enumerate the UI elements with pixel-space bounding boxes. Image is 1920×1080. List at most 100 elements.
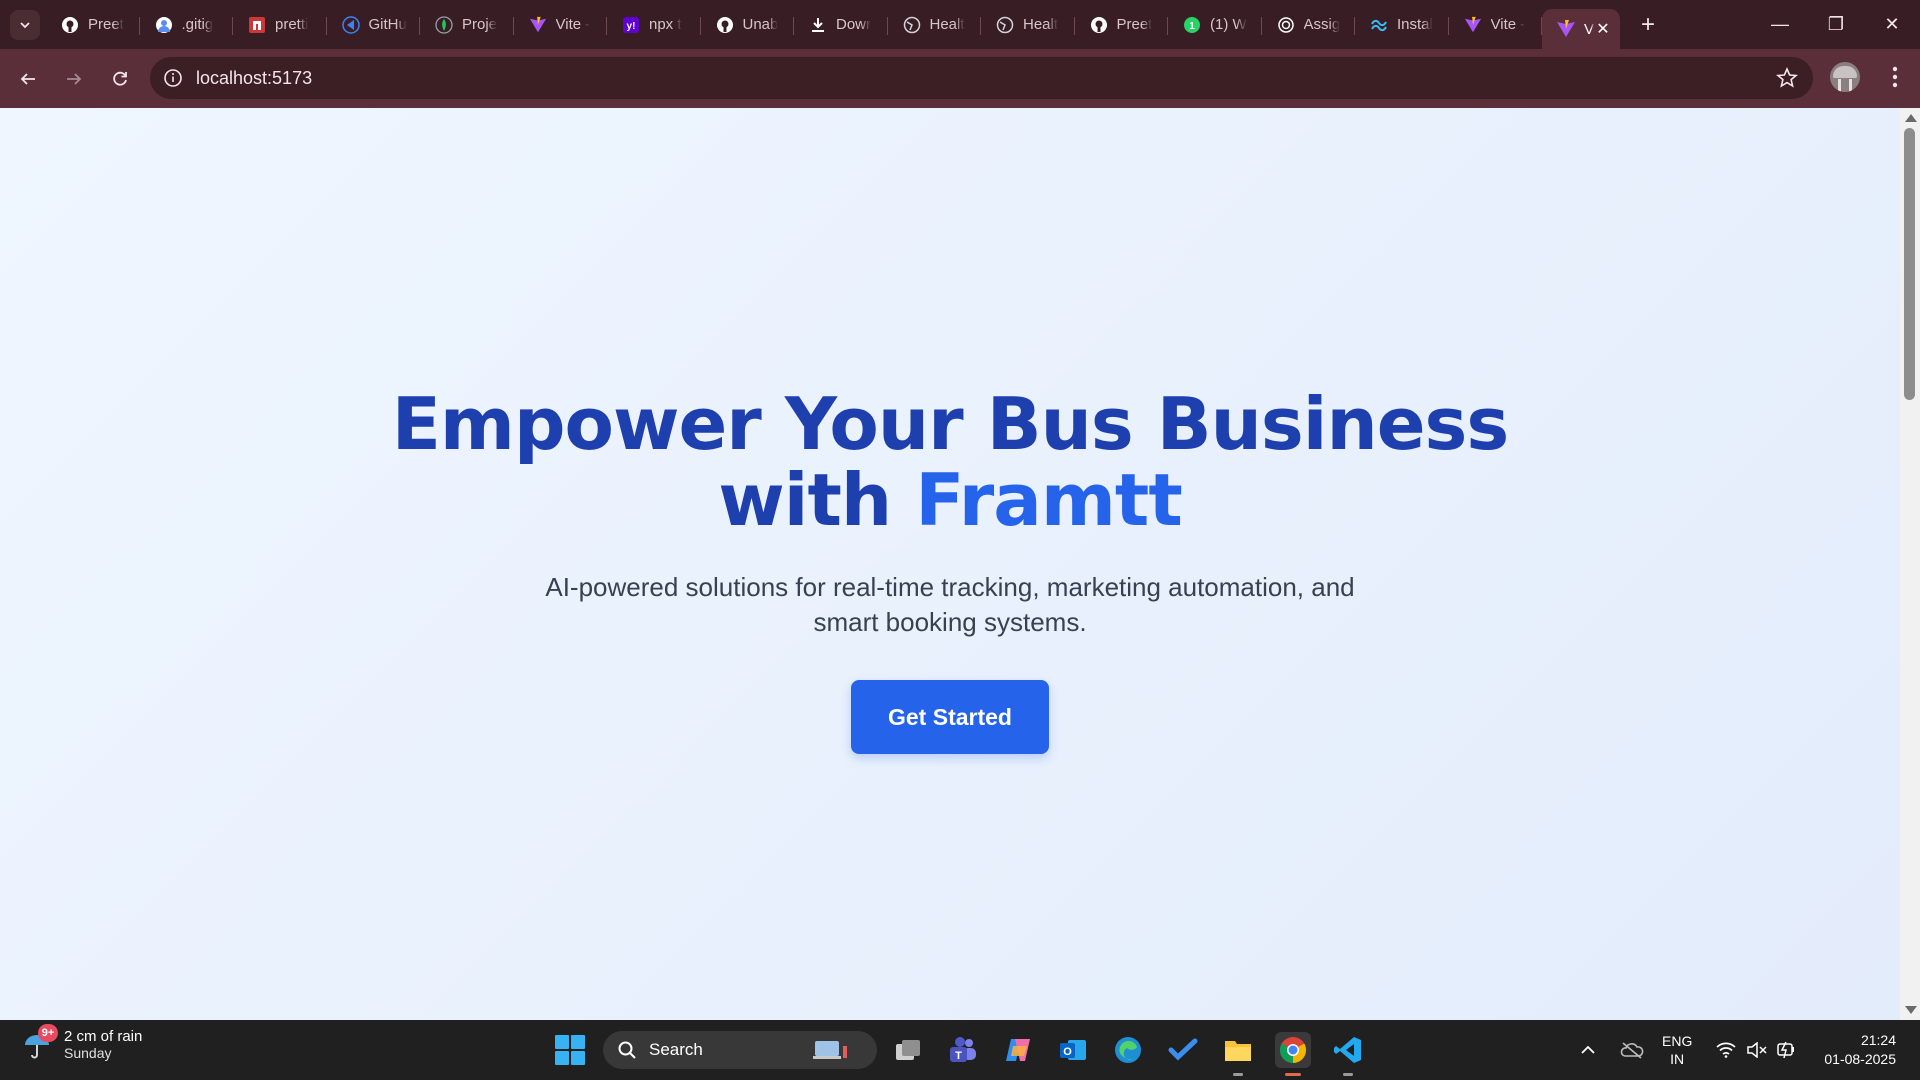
tab-label: Instal	[1397, 16, 1433, 33]
forward-button[interactable]	[56, 61, 92, 97]
search-icon	[618, 1041, 636, 1059]
task-view-icon[interactable]	[890, 1032, 926, 1068]
info-icon[interactable]	[162, 67, 184, 89]
kebab-menu-icon	[1892, 66, 1898, 88]
window-controls: — ❐ ✕	[1752, 0, 1920, 49]
copilot-icon[interactable]	[1000, 1032, 1036, 1068]
browser-tab[interactable]: Instal	[1355, 7, 1449, 43]
tab-label: Vite -	[555, 16, 591, 33]
tab-label: Assig	[1303, 16, 1341, 33]
clock-date: 01-08-2025	[1824, 1051, 1896, 1067]
tab-label: Preet	[1116, 16, 1153, 33]
browser-tab[interactable]: Proje	[420, 7, 514, 43]
scroll-down-arrow-icon[interactable]	[1905, 1006, 1917, 1014]
new-tab-button[interactable]: +	[1632, 9, 1664, 41]
browser-toolbar: localhost:5173	[0, 49, 1920, 108]
browser-tab[interactable]: Healt	[888, 7, 982, 43]
avatar-icon	[154, 15, 174, 35]
clock-time: 21:24	[1860, 1032, 1896, 1048]
windows-start-icon[interactable]	[555, 1035, 585, 1065]
browser-tab[interactable]: Assig	[1262, 7, 1356, 43]
tab-strip: Preet .gitig pretti GitHu Proje Vite - y! npx t…	[0, 0, 1920, 49]
hero-headline: Empower Your Bus Business with Framtt	[0, 386, 1900, 538]
scroll-thumb[interactable]	[1904, 128, 1915, 400]
tab-search-button[interactable]	[10, 9, 40, 40]
svg-text:1: 1	[1189, 21, 1195, 32]
arrow-right-icon	[67, 72, 82, 85]
chrome-icon[interactable]	[1275, 1032, 1311, 1076]
tab-label: .gitig	[181, 16, 214, 33]
browser-tab[interactable]: Healt	[981, 7, 1075, 43]
browser-tab[interactable]: .gitig	[140, 7, 234, 43]
browser-menu-button[interactable]	[1880, 62, 1910, 92]
close-icon[interactable]: ✕	[1594, 20, 1612, 38]
tab-label: Healt	[929, 16, 965, 33]
tab-label: Vite -	[1490, 16, 1526, 33]
page-scrollbar[interactable]	[1900, 108, 1920, 1020]
vscode-icon[interactable]	[1330, 1032, 1366, 1076]
browser-tab[interactable]: Vite -	[1449, 7, 1543, 43]
taskbar-search-box[interactable]: Search	[603, 1031, 877, 1069]
wifi-icon[interactable]	[1716, 1020, 1736, 1080]
taskbar: 9+ 2 cm of rain Sunday Search T O ENG IN…	[0, 1020, 1920, 1080]
mongodb-icon	[434, 15, 454, 35]
todo-icon[interactable]	[1165, 1032, 1201, 1068]
svg-text:O: O	[1063, 1046, 1072, 1058]
file-explorer-icon[interactable]	[1220, 1032, 1256, 1076]
arrow-left-icon	[20, 72, 35, 85]
get-started-button[interactable]: Get Started	[851, 680, 1049, 754]
edge-icon[interactable]	[1110, 1032, 1146, 1068]
volume-muted-icon[interactable]	[1746, 1020, 1768, 1080]
browser-tab[interactable]: Dowr	[794, 7, 888, 43]
back-button[interactable]	[10, 61, 46, 97]
reload-icon	[113, 71, 127, 86]
profile-avatar[interactable]	[1830, 62, 1860, 92]
scroll-up-arrow-icon[interactable]	[1905, 114, 1917, 122]
restore-button[interactable]: ❐	[1808, 0, 1864, 49]
browser-tab[interactable]: GitHu	[327, 7, 421, 43]
tailwind-icon	[1369, 15, 1389, 35]
battery-icon[interactable]	[1775, 1020, 1797, 1080]
minimize-button[interactable]: —	[1752, 0, 1808, 49]
browser-tab[interactable]: pretti	[233, 7, 327, 43]
browser-tab[interactable]: 1 (1) W	[1168, 7, 1262, 43]
browser-tab[interactable]: y! npx t	[607, 7, 701, 43]
download-icon	[808, 15, 828, 35]
github-icon	[1089, 15, 1109, 35]
search-highlight-icon	[813, 1041, 847, 1059]
search-label: Search	[649, 1040, 703, 1059]
browser-tab[interactable]: Preet	[1075, 7, 1169, 43]
tab-label: pretti	[275, 16, 309, 33]
tray-overflow-icon[interactable]	[1580, 1020, 1596, 1080]
rain-umbrella-icon: 9+	[22, 1023, 58, 1060]
address-bar[interactable]: localhost:5173	[150, 57, 1813, 99]
weather-badge: 9+	[38, 1023, 58, 1042]
teams-icon[interactable]: T	[945, 1032, 981, 1068]
tab-list: Preet .gitig pretti GitHu Proje Vite - y! npx t…	[46, 0, 1542, 49]
browser-tab[interactable]: Preet	[46, 7, 140, 43]
vite-icon	[528, 15, 548, 35]
vite-icon	[1463, 15, 1483, 35]
svg-text:T: T	[955, 1050, 962, 1062]
page-viewport: Empower Your Bus Business with Framtt AI…	[0, 108, 1900, 1020]
close-window-button[interactable]: ✕	[1864, 0, 1920, 49]
outlook-icon[interactable]: O	[1055, 1032, 1091, 1068]
tab-active[interactable]: V ✕	[1542, 9, 1620, 49]
github-icon	[60, 15, 80, 35]
tab-label: (1) W	[1210, 16, 1247, 33]
language-indicator[interactable]: ENG IN	[1662, 1032, 1692, 1068]
tab-label: Dowr	[836, 16, 872, 33]
weather-widget[interactable]: 9+ 2 cm of rain Sunday	[22, 1023, 142, 1061]
system-clock[interactable]: 21:24 01-08-2025	[1810, 1031, 1896, 1069]
onedrive-offline-icon[interactable]	[1620, 1020, 1644, 1080]
headline-prefix: with	[718, 458, 892, 542]
browser-tab[interactable]: Unab	[701, 7, 795, 43]
browser-tab[interactable]: Vite -	[514, 7, 608, 43]
running-indicator	[1343, 1073, 1353, 1076]
openai-icon	[1276, 15, 1296, 35]
reload-button[interactable]	[102, 61, 138, 97]
headline-line1: Empower Your Bus Business	[391, 382, 1509, 466]
tab-label: npx t	[649, 16, 682, 33]
star-icon[interactable]	[1775, 66, 1799, 90]
hero-subtitle: AI-powered solutions for real-time track…	[545, 572, 1355, 637]
